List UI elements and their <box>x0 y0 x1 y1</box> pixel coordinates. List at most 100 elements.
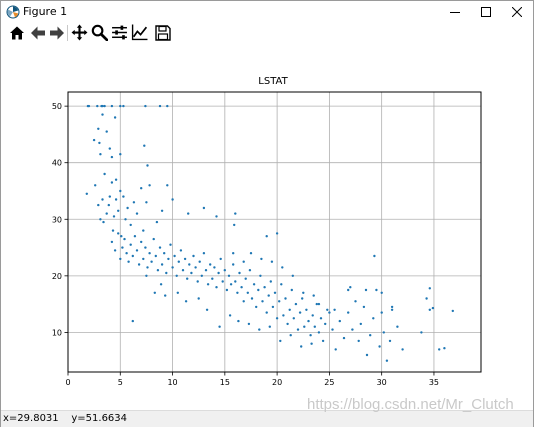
scatter-point <box>196 280 199 283</box>
scatter-point <box>246 291 249 294</box>
scatter-point <box>218 325 221 328</box>
scatter-point <box>357 339 360 343</box>
scatter-point <box>120 235 123 238</box>
scatter-point <box>94 184 97 187</box>
scatter-point <box>105 130 108 133</box>
scatter-point <box>123 237 126 241</box>
scatter-point <box>267 294 270 297</box>
scatter-point <box>234 212 237 215</box>
scatter-point <box>443 347 446 350</box>
scatter-point <box>122 104 125 108</box>
scatter-point <box>273 291 277 294</box>
y-tick-label: 40 <box>52 159 62 168</box>
scatter-point <box>99 218 102 221</box>
save-icon <box>154 24 171 41</box>
scatter-point <box>420 331 423 334</box>
subplots-button[interactable] <box>110 23 129 42</box>
scatter-point <box>237 319 240 323</box>
scatter-point <box>275 232 279 235</box>
figure-canvas[interactable]: LSTAT 0 5 10 15 20 25 30 35 10 20 30 40 50 <box>1 44 533 410</box>
scatter-point <box>333 308 336 311</box>
scatter-point <box>143 144 146 147</box>
scatter-point <box>108 195 112 198</box>
scatter-point <box>133 235 137 238</box>
scatter-point <box>298 311 302 314</box>
scatter-point <box>160 209 164 212</box>
pan-button[interactable] <box>70 23 89 42</box>
scatter-point <box>328 311 331 314</box>
save-button[interactable] <box>153 23 172 42</box>
scatter-point <box>110 155 114 159</box>
scatter-point <box>129 223 132 227</box>
watermark-text: https://blog.csdn.net/Mr_Clutch <box>307 396 514 413</box>
axes-frame <box>67 91 482 373</box>
back-button[interactable] <box>28 23 47 42</box>
scatter-point <box>296 328 300 331</box>
scatter-point <box>112 215 116 218</box>
scatter-point <box>313 325 316 328</box>
scatter-point <box>198 260 201 263</box>
scatter-point <box>160 263 164 266</box>
scatter-point <box>334 348 337 351</box>
scatter-point <box>119 189 122 193</box>
scatter-point <box>101 104 104 108</box>
home-button[interactable] <box>7 23 26 42</box>
scatter-point <box>303 325 306 328</box>
scatter-point <box>204 269 208 272</box>
scatter-point <box>347 311 350 314</box>
scatter-point <box>140 240 143 244</box>
scatter-point <box>291 274 294 277</box>
scatter-point <box>317 302 321 306</box>
minimize-button[interactable] <box>439 1 470 23</box>
scatter-point <box>92 138 96 142</box>
scatter-point <box>101 113 104 116</box>
scatter-point <box>127 260 130 263</box>
scatter-point <box>311 314 314 317</box>
scatter-point <box>96 104 99 108</box>
scatter-point <box>240 286 243 289</box>
forward-button[interactable] <box>47 23 66 42</box>
scatter-point <box>338 319 341 323</box>
scatter-point <box>171 198 174 201</box>
close-button[interactable] <box>501 1 532 23</box>
scatter-point <box>428 287 431 290</box>
title-bar: Figure 1 <box>1 1 533 23</box>
scatter-plot[interactable]: LSTAT 0 5 10 15 20 25 30 35 10 20 30 40 50 <box>1 44 533 410</box>
scatter-point <box>223 269 226 272</box>
toolbar <box>1 23 533 43</box>
scatter-point <box>326 308 329 311</box>
scatter-point <box>176 291 179 294</box>
scatter-point <box>385 359 389 362</box>
scatter-point <box>312 294 315 297</box>
scatter-point <box>101 198 104 201</box>
scatter-point <box>209 263 212 266</box>
zoom-button[interactable] <box>90 23 109 42</box>
scatter-point <box>281 266 284 269</box>
scatter-point <box>263 286 266 289</box>
scatter-point <box>258 328 261 331</box>
scatter-point <box>252 283 256 286</box>
scatter-point <box>126 206 129 210</box>
maximize-button[interactable] <box>470 1 501 23</box>
scatter-point <box>438 348 441 351</box>
forward-icon <box>49 26 64 39</box>
scatter-point <box>117 209 120 212</box>
scatter-point <box>99 153 102 156</box>
scatter-point <box>380 291 383 294</box>
scatter-point <box>179 249 183 252</box>
scatter-point <box>219 257 222 261</box>
maximize-icon <box>480 7 491 17</box>
scatter-point <box>187 212 190 215</box>
scatter-point <box>319 317 323 320</box>
edit-axes-button[interactable] <box>130 23 149 42</box>
toolbar-separator <box>67 25 68 41</box>
scatter-point <box>310 342 313 345</box>
scatter-point <box>144 246 147 249</box>
scatter-point <box>97 203 100 207</box>
scatter-point <box>117 232 120 235</box>
scatter-point <box>85 192 89 195</box>
scatter-point <box>372 317 375 320</box>
scatter-point <box>163 252 166 255</box>
scatter-point <box>113 249 117 252</box>
scatter-point <box>260 257 263 261</box>
